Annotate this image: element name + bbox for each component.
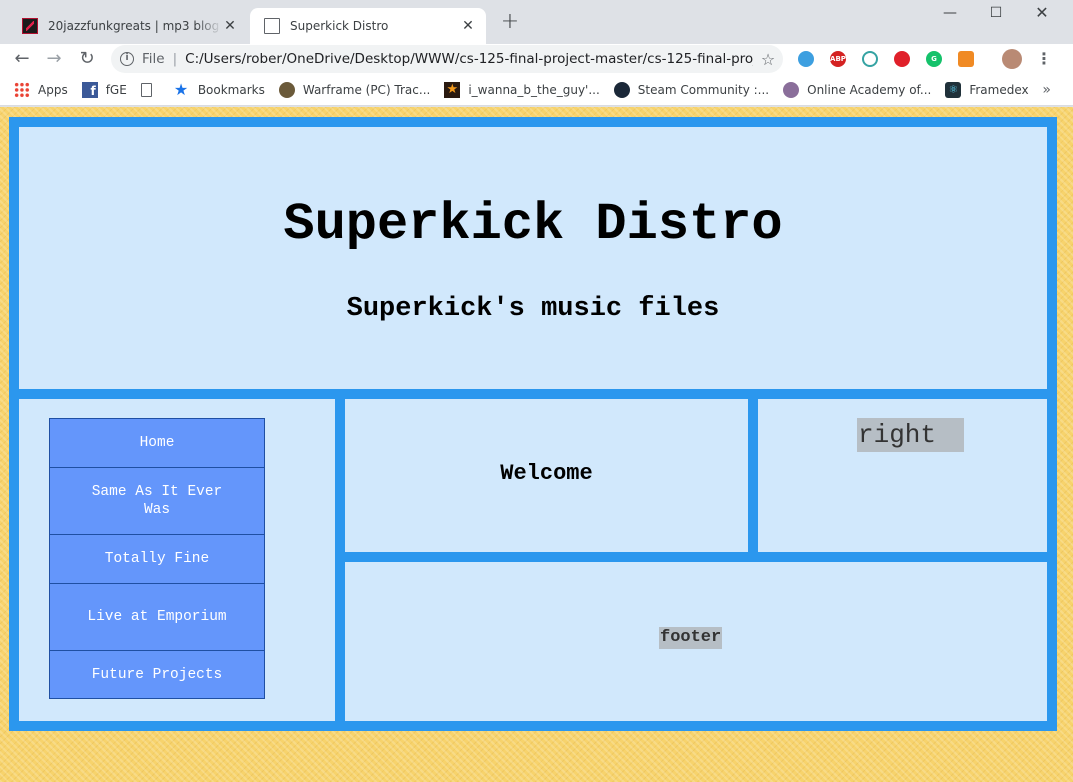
ghostery-icon[interactable] (798, 51, 814, 67)
address-bar[interactable]: i File | C:/Users/rober/OneDrive/Desktop… (111, 45, 783, 73)
menu-icon[interactable]: ⋮ (1036, 49, 1052, 69)
star-badge-icon: ★ (444, 81, 461, 98)
nav-item-home[interactable]: Home (50, 419, 264, 467)
url-separator: | (172, 51, 178, 67)
page-grid: Superkick Distro Superkick's music files… (9, 117, 1057, 731)
shield-icon[interactable] (862, 51, 878, 67)
bookmark-bookmarks[interactable]: ★ Bookmarks (173, 79, 265, 99)
bookmark-label: i_wanna_b_the_guy'... (468, 82, 600, 97)
privacy-badger-icon[interactable] (958, 51, 974, 67)
close-tab-icon[interactable]: ✕ (222, 18, 238, 34)
tab-20jazzfunkgreats[interactable]: 20jazzfunkgreats | mp3 blog fanzi ✕ (12, 8, 248, 44)
right-label: right (857, 418, 964, 452)
site-header: Superkick Distro Superkick's music files (19, 127, 1047, 389)
bookmark-label: Steam Community :... (637, 82, 770, 97)
close-window-button[interactable]: ✕ (1019, 0, 1065, 26)
warframe-icon (278, 81, 295, 98)
tab-superkick-distro[interactable]: Superkick Distro ✕ (250, 8, 486, 44)
facebook-icon: f (81, 81, 98, 98)
new-tab-button[interactable]: + (498, 11, 522, 35)
page-subtitle: Superkick's music files (346, 294, 720, 324)
tab-title: Superkick Distro (290, 19, 389, 33)
back-button[interactable]: ← (10, 47, 34, 71)
bookmark-fge[interactable]: f fGE (81, 81, 127, 98)
steam-icon (613, 81, 630, 98)
tab-title: 20jazzfunkgreats | mp3 blog fanzi (48, 19, 222, 33)
page-title: Superkick Distro (283, 195, 783, 254)
bookmark-apps[interactable]: Apps (14, 81, 68, 98)
profile-avatar[interactable] (1002, 49, 1022, 69)
url-text[interactable]: C:/Users/rober/OneDrive/Desktop/WWW/cs-1… (185, 51, 753, 67)
welcome-text: Welcome (500, 461, 593, 486)
page-viewport: Superkick Distro Superkick's music files… (0, 107, 1073, 782)
info-icon[interactable]: i (120, 52, 134, 66)
page-favicon-icon (264, 18, 280, 34)
nav-list: Home Same As It Ever Was Totally Fine Li… (49, 418, 265, 699)
bookmark-label: Framedex (969, 82, 1029, 97)
bookmark-label: Online Academy of... (807, 82, 932, 97)
footer-panel: footer (345, 562, 1047, 721)
bookmark-online-academy[interactable]: Online Academy of... (783, 81, 932, 98)
close-tab-icon[interactable]: ✕ (460, 18, 476, 34)
bookmarks-bar: Apps f fGE ★ Bookmarks Warframe (PC) Tra… (0, 74, 1073, 106)
framedex-icon: ⚛ (945, 81, 962, 98)
bookmark-star-icon[interactable]: ☆ (753, 50, 783, 69)
bookmark-label: fGE (105, 82, 127, 97)
bookmark-label: Bookmarks (197, 82, 265, 97)
stop-icon[interactable] (894, 51, 910, 67)
nav-item-same-as-it-ever-was[interactable]: Same As It Ever Was (50, 467, 264, 534)
star-icon: ★ (173, 79, 189, 99)
grammarly-icon[interactable]: G (926, 51, 942, 67)
browser-toolbar: ← → ↻ i File | C:/Users/rober/OneDrive/D… (0, 44, 1073, 74)
page-icon (140, 82, 152, 97)
footer-label: footer (659, 627, 723, 649)
bookmark-label: Apps (38, 82, 68, 97)
adblock-icon[interactable]: ABP (830, 51, 846, 67)
minimize-button[interactable]: — (927, 0, 973, 26)
bookmark-framedex[interactable]: ⚛ Framedex (945, 81, 1029, 98)
forward-button[interactable]: → (42, 47, 66, 71)
bookmarks-overflow-icon[interactable]: » (1042, 82, 1051, 98)
bookmark-warframe[interactable]: Warframe (PC) Trac... (278, 81, 431, 98)
nav-item-future-projects[interactable]: Future Projects (50, 650, 264, 698)
nav-panel: Home Same As It Ever Was Totally Fine Li… (19, 399, 335, 721)
apps-grid-icon (14, 81, 30, 98)
academy-icon (783, 81, 800, 98)
main-panel: Welcome (345, 399, 748, 552)
nav-item-live-at-emporium[interactable]: Live at Emporium (50, 583, 264, 650)
tab-strip: 20jazzfunkgreats | mp3 blog fanzi ✕ Supe… (0, 0, 1073, 44)
url-scheme: File (142, 51, 165, 67)
bookmark-label: Warframe (PC) Trac... (302, 82, 431, 97)
bookmark-steam[interactable]: Steam Community :... (613, 81, 770, 98)
bookmark-iwannabetheguy[interactable]: ★ i_wanna_b_the_guy'... (444, 81, 600, 98)
bookmark-page[interactable] (140, 82, 160, 97)
right-panel: right (758, 399, 1047, 552)
site-favicon-icon (22, 18, 38, 34)
nav-item-totally-fine[interactable]: Totally Fine (50, 534, 264, 583)
reload-button[interactable]: ↻ (75, 47, 99, 71)
maximize-button[interactable]: ☐ (973, 0, 1019, 26)
